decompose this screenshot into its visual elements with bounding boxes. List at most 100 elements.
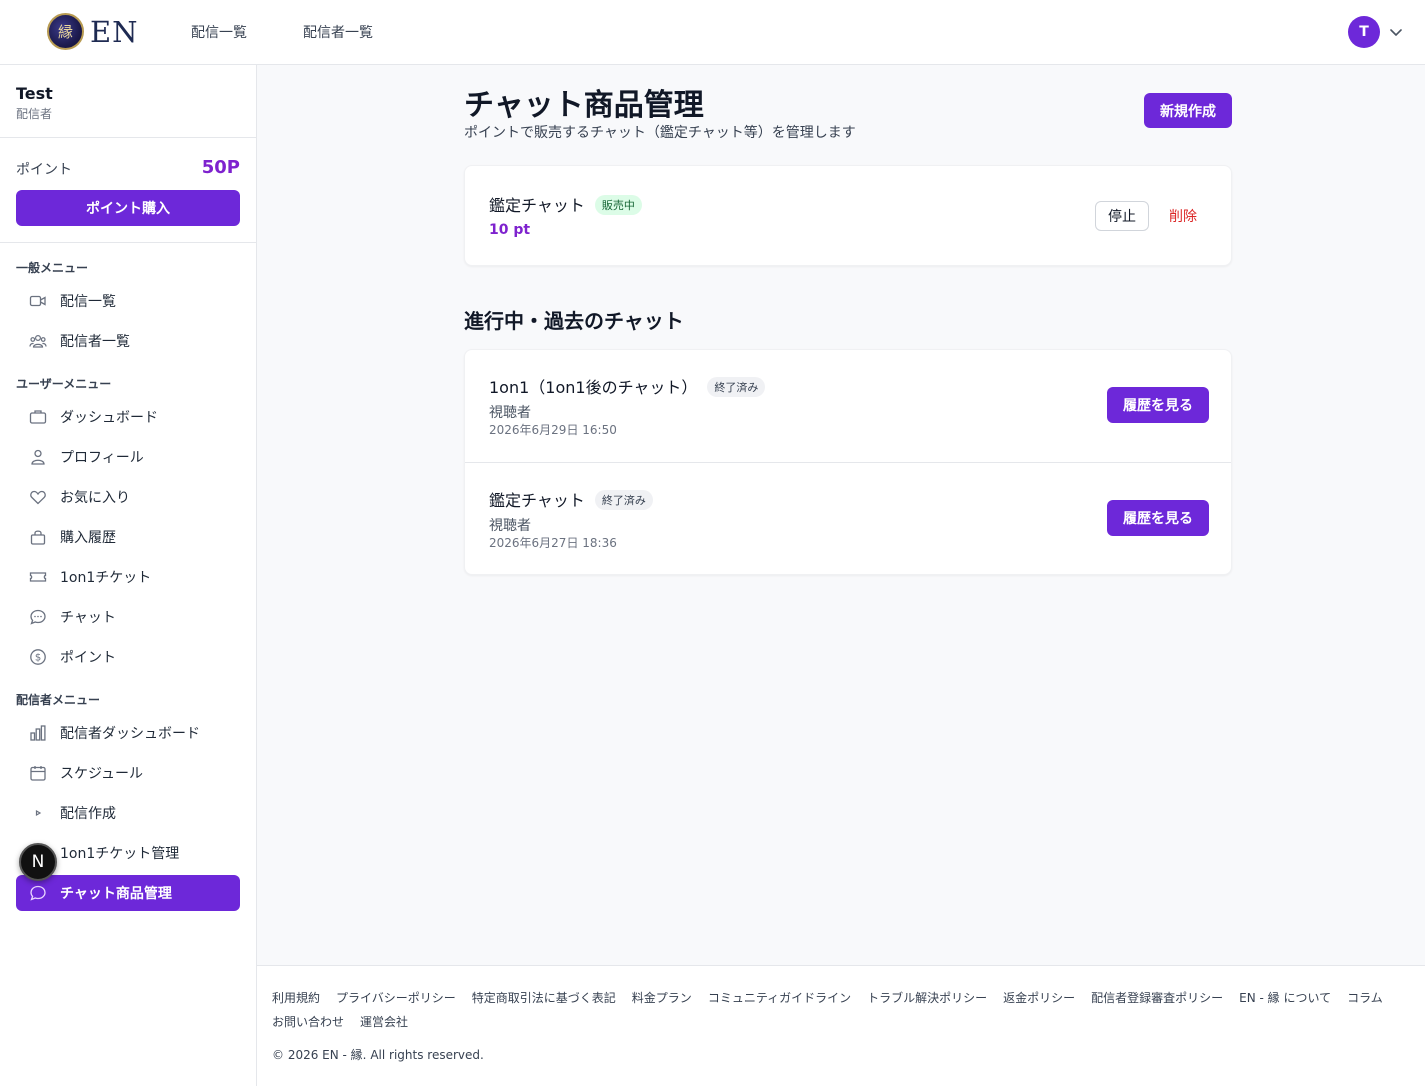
status-badge: 終了済み (707, 377, 766, 397)
stop-button[interactable]: 停止 (1095, 201, 1149, 231)
footer-link-privacy[interactable]: プライバシーポリシー (336, 989, 456, 1007)
sidebar-item-dashboard[interactable]: ダッシュボード (16, 399, 240, 435)
ticket-icon (28, 567, 48, 587)
footer-link-terms[interactable]: 利用規約 (272, 989, 320, 1007)
sidebar-item-label: チャット商品管理 (60, 886, 172, 902)
status-badge: 販売中 (594, 195, 642, 215)
sidebar-item-profile[interactable]: プロフィール (16, 439, 240, 475)
status-badge: 終了済み (594, 490, 653, 510)
user-avatar[interactable]: T (1348, 16, 1380, 48)
sidebar-item-label: ダッシュボード (60, 410, 158, 426)
footer-link-column[interactable]: コラム (1347, 989, 1383, 1007)
play-icon (28, 803, 48, 823)
footer: 利用規約 プライバシーポリシー 特定商取引法に基づく表記 料金プラン コミュニテ… (257, 965, 1425, 1086)
heart-icon (28, 487, 48, 507)
sidebar-item-label: プロフィール (60, 450, 144, 466)
chat-date: 2026年6月27日 18:36 (489, 536, 617, 550)
sidebar-item-chat-product-manage[interactable]: チャット商品管理 (16, 875, 240, 911)
sidebar-item-label: ポイント (60, 650, 116, 666)
page-subtitle: ポイントで販売するチャット（鑑定チャット等）を管理します (464, 125, 856, 141)
footer-link-refund[interactable]: 返金ポリシー (1003, 989, 1075, 1007)
sidebar-item-chat[interactable]: チャット (16, 599, 240, 635)
sidebar-item-label: スケジュール (60, 766, 144, 782)
users-icon (28, 331, 48, 351)
devtools-badge[interactable]: N (19, 843, 57, 881)
chat-role: 視聴者 (489, 518, 531, 534)
top-header: 縁 EN 配信一覧 配信者一覧 T (0, 0, 1425, 65)
sidebar-item-favorites[interactable]: お気に入り (16, 479, 240, 515)
footer-link-streamer-review[interactable]: 配信者登録審査ポリシー (1091, 989, 1223, 1007)
sidebar: Test 配信者 ポイント 50P ポイント購入 一般メニュー 配信一覧 配信者… (0, 65, 257, 1086)
sidebar-item-label: 配信作成 (60, 806, 116, 822)
sidebar-item-label: チャット (60, 610, 116, 626)
chat-date: 2026年6月29日 16:50 (489, 423, 617, 437)
sidebar-item-schedule[interactable]: スケジュール (16, 755, 240, 791)
video-icon (28, 291, 48, 311)
sidebar-item-purchase-history[interactable]: 購入履歴 (16, 519, 240, 555)
footer-link-about[interactable]: EN - 縁 について (1239, 989, 1331, 1007)
page-title: チャット商品管理 (464, 88, 704, 123)
topnav-streamers[interactable]: 配信者一覧 (303, 22, 373, 42)
view-history-button[interactable]: 履歴を見る (1107, 500, 1209, 536)
bar-chart-icon (28, 723, 48, 743)
sidebar-item-label: 購入履歴 (60, 530, 116, 546)
sidebar-item-label: 配信者ダッシュボード (60, 726, 200, 742)
bag-icon (28, 527, 48, 547)
copyright: © 2026 EN - 縁. All rights reserved. (272, 1048, 484, 1062)
sidebar-item-label: お気に入り (60, 490, 130, 506)
footer-link-company[interactable]: 運営会社 (360, 1013, 408, 1031)
sidebar-item-label: 配信一覧 (60, 294, 116, 310)
sidebar-item-points[interactable]: $ ポイント (16, 639, 240, 675)
footer-link-pricing[interactable]: 料金プラン (632, 989, 692, 1007)
logo[interactable]: 縁 EN (47, 13, 139, 50)
calendar-icon (28, 763, 48, 783)
section-title-streamer: 配信者メニュー (16, 693, 101, 707)
product-price: 10 pt (489, 222, 531, 238)
dollar-icon: $ (28, 647, 48, 667)
footer-link-contact[interactable]: お問い合わせ (272, 1013, 344, 1031)
footer-link-community[interactable]: コミュニティガイドライン (708, 989, 851, 1007)
list-item: 1on1（1on1後のチャット） 終了済み 視聴者 2026年6月29日 16:5… (465, 350, 1231, 462)
chats-section-title: 進行中・過去のチャット (464, 309, 684, 333)
divider (0, 137, 256, 138)
sidebar-user-name: Test (16, 84, 53, 103)
sidebar-item-label: 1on1チケット管理 (60, 846, 180, 862)
buy-points-button[interactable]: ポイント購入 (16, 190, 240, 226)
chevron-down-icon[interactable] (1389, 25, 1403, 39)
sidebar-item-streams[interactable]: 配信一覧 (16, 283, 240, 319)
logo-text: EN (90, 14, 139, 49)
sidebar-user-role: 配信者 (16, 107, 53, 121)
user-icon (28, 447, 48, 467)
product-card: 鑑定チャット 販売中 10 pt 停止 削除 (464, 165, 1232, 266)
logo-emblem: 縁 (47, 13, 84, 50)
footer-link-trouble[interactable]: トラブル解決ポリシー (867, 989, 987, 1007)
sidebar-item-streamer-dashboard[interactable]: 配信者ダッシュボード (16, 715, 240, 751)
footer-links: 利用規約 プライバシーポリシー 特定商取引法に基づく表記 料金プラン コミュニテ… (272, 989, 1412, 1031)
chat-title-row: 1on1（1on1後のチャット） 終了済み (489, 374, 766, 398)
chat-list-card: 1on1（1on1後のチャット） 終了済み 視聴者 2026年6月29日 16:5… (464, 349, 1232, 575)
sidebar-item-1on1-ticket[interactable]: 1on1チケット (16, 559, 240, 595)
svg-text:$: $ (35, 653, 41, 664)
chat-title: 1on1（1on1後のチャット） (489, 378, 698, 397)
chat-title: 鑑定チャット (489, 491, 585, 510)
product-name-row: 鑑定チャット 販売中 (489, 192, 642, 216)
sidebar-item-label: 配信者一覧 (60, 334, 130, 350)
briefcase-icon (28, 407, 48, 427)
chat-role: 視聴者 (489, 405, 531, 421)
footer-link-commerce-law[interactable]: 特定商取引法に基づく表記 (472, 989, 616, 1007)
delete-button[interactable]: 削除 (1169, 206, 1197, 226)
section-title-general: 一般メニュー (16, 261, 89, 275)
chat-icon (28, 883, 48, 903)
view-history-button[interactable]: 履歴を見る (1107, 387, 1209, 423)
points-value: 50P (201, 157, 240, 178)
divider (0, 242, 256, 243)
sidebar-item-label: 1on1チケット (60, 570, 152, 586)
section-title-user: ユーザーメニュー (16, 377, 112, 391)
list-item: 鑑定チャット 終了済み 視聴者 2026年6月27日 18:36 履歴を見る (465, 462, 1231, 574)
chat-title-row: 鑑定チャット 終了済み (489, 487, 653, 511)
create-new-button[interactable]: 新規作成 (1144, 93, 1232, 128)
sidebar-item-streamers[interactable]: 配信者一覧 (16, 323, 240, 359)
sidebar-item-create-stream[interactable]: 配信作成 (16, 795, 240, 831)
topnav-streams[interactable]: 配信一覧 (191, 22, 247, 42)
product-name: 鑑定チャット (489, 196, 585, 215)
